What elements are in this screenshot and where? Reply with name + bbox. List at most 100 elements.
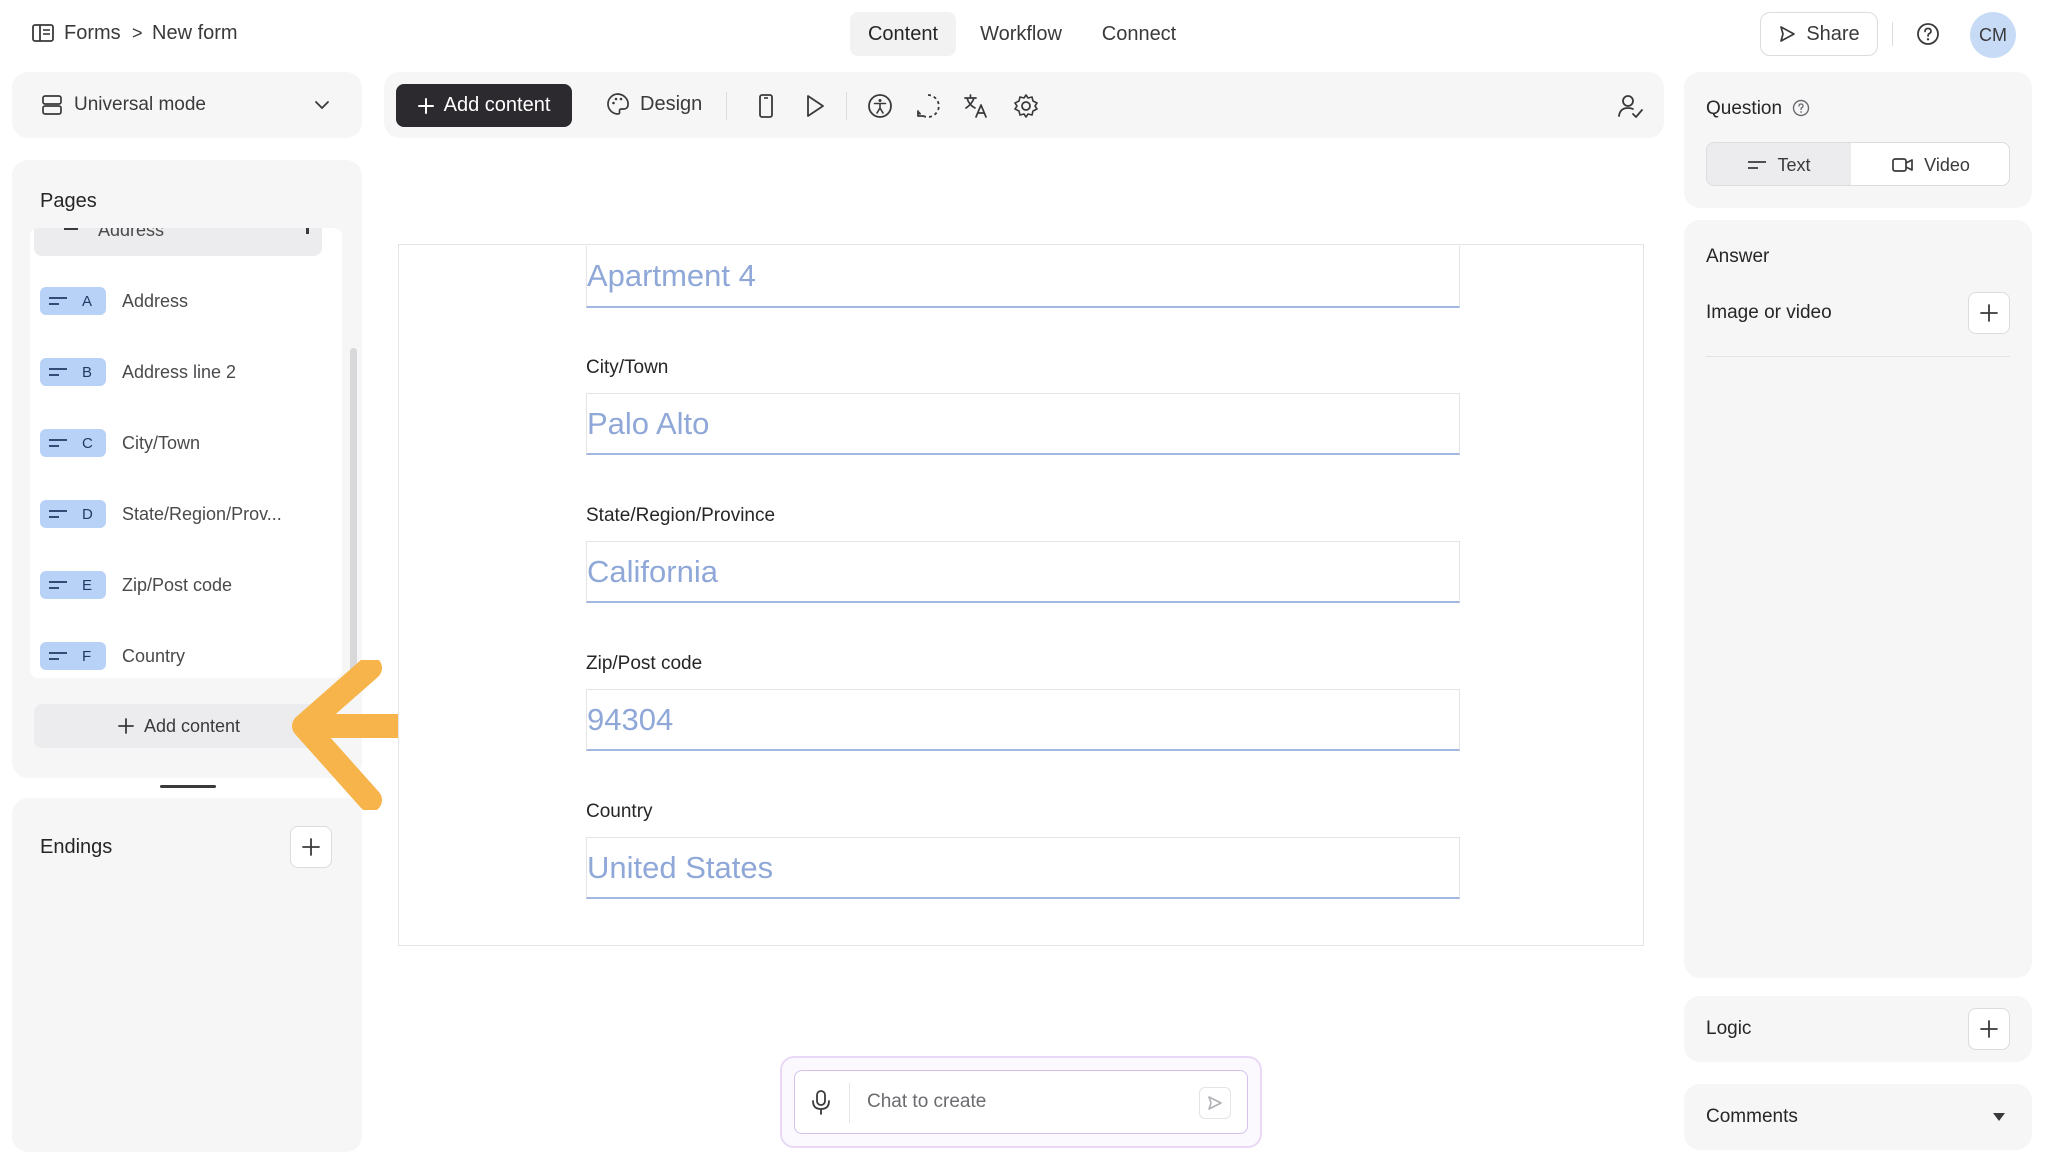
- breadcrumb-forms[interactable]: Forms: [64, 22, 121, 45]
- plus-icon: [302, 838, 320, 856]
- drag-handle-icon: [64, 228, 78, 230]
- more-icon[interactable]: [306, 228, 309, 234]
- divider: [846, 92, 847, 120]
- country-input[interactable]: United States: [586, 837, 1460, 899]
- share-label: Share: [1806, 22, 1860, 45]
- zip-post-code-label: Zip/Post code: [586, 653, 703, 674]
- page-item-c[interactable]: C City/Town: [40, 428, 200, 458]
- short-text-icon: [48, 438, 68, 448]
- short-text-icon: [48, 296, 68, 306]
- top-bar: Forms > New form Content Workflow Connec…: [0, 0, 2048, 68]
- plus-icon: [417, 97, 434, 114]
- forms-icon[interactable]: [32, 24, 54, 42]
- image-or-video-label: Image or video: [1706, 302, 1832, 323]
- mode-selector[interactable]: Universal mode: [12, 72, 362, 138]
- add-logic-button[interactable]: [1968, 1008, 2010, 1050]
- page-label: Address: [122, 290, 189, 311]
- add-image-or-video-button[interactable]: [1968, 292, 2010, 334]
- page-letter: C: [82, 434, 93, 452]
- translate-icon[interactable]: [962, 92, 990, 120]
- endings-title: Endings: [40, 836, 113, 858]
- page-badge: F: [40, 642, 106, 670]
- tab-connect[interactable]: Connect: [1086, 12, 1192, 56]
- divider: [726, 92, 727, 120]
- play-icon[interactable]: [800, 92, 828, 120]
- plus-icon: [1980, 304, 1998, 322]
- endings-panel: Endings: [12, 798, 362, 1152]
- layout-icon: [42, 95, 62, 115]
- page-item-f[interactable]: F Country: [40, 641, 185, 671]
- microphone-icon[interactable]: [811, 1089, 831, 1115]
- send-button[interactable]: [1199, 1087, 1231, 1119]
- page-letter: F: [82, 647, 92, 665]
- city-town-label: City/Town: [586, 357, 669, 378]
- question-title: Question: [1706, 98, 1783, 119]
- add-content-button[interactable]: Add content: [396, 84, 572, 127]
- help-icon[interactable]: [1916, 22, 1940, 46]
- page-letter: D: [82, 505, 93, 523]
- design-label: Design: [640, 92, 703, 115]
- city-town-input[interactable]: Palo Alto: [586, 393, 1460, 455]
- resize-handle[interactable]: [160, 785, 216, 788]
- tab-workflow[interactable]: Workflow: [968, 12, 1074, 56]
- page-item-d[interactable]: D State/Region/Prov...: [40, 499, 282, 529]
- short-text-icon: [1747, 160, 1767, 170]
- settings-gear-icon[interactable]: [1012, 92, 1040, 120]
- accessibility-icon[interactable]: [866, 92, 894, 120]
- tab-text[interactable]: Text: [1707, 143, 1851, 185]
- page-badge: E: [40, 571, 106, 599]
- chat-placeholder: Chat to create: [867, 1091, 987, 1112]
- tab-content[interactable]: Content: [850, 12, 956, 56]
- mode-label: Universal mode: [74, 94, 206, 115]
- divider: [1892, 22, 1893, 46]
- logic-panel: Logic: [1684, 996, 2032, 1062]
- user-check-icon[interactable]: [1616, 92, 1644, 120]
- info-icon[interactable]: [1792, 99, 1810, 117]
- loading-spinner-icon[interactable]: [914, 92, 942, 120]
- page-badge: D: [40, 500, 106, 528]
- page-badge: C: [40, 429, 106, 457]
- page-letter: B: [82, 363, 93, 381]
- page-item-partial[interactable]: Address: [34, 228, 322, 256]
- zip-post-code-input[interactable]: 94304: [586, 689, 1460, 751]
- divider: [1706, 356, 2010, 357]
- page-badge: B: [40, 358, 106, 386]
- tab-video-label: Video: [1924, 154, 1970, 175]
- question-panel: Question Text Video: [1684, 72, 2032, 208]
- add-content-pages-label: Add content: [143, 715, 241, 736]
- mobile-preview-icon[interactable]: [752, 92, 780, 120]
- short-text-icon: [48, 367, 68, 377]
- add-content-pages-button[interactable]: Add content: [34, 704, 324, 748]
- page-label: Zip/Post code: [122, 574, 233, 595]
- short-text-icon: [48, 651, 68, 661]
- page-item-partial-label: Address: [98, 228, 165, 240]
- page-label: Address line 2: [122, 361, 237, 382]
- page-label: State/Region/Prov...: [122, 503, 282, 524]
- breadcrumb-current[interactable]: New form: [152, 22, 238, 45]
- tab-text-label: Text: [1777, 154, 1811, 175]
- page-item-e[interactable]: E Zip/Post code: [40, 570, 232, 600]
- chat-input[interactable]: Chat to create: [794, 1070, 1248, 1134]
- question-type-toggle: Text Video: [1706, 142, 2010, 186]
- page-badge: A: [40, 287, 106, 315]
- caret-down-icon[interactable]: [1992, 1112, 2006, 1122]
- tab-video[interactable]: Video: [1851, 143, 2009, 185]
- page-label: City/Town: [122, 432, 201, 453]
- comments-panel[interactable]: Comments: [1684, 1084, 2032, 1150]
- avatar[interactable]: CM: [1970, 12, 2016, 58]
- add-ending-button[interactable]: [290, 826, 332, 868]
- logic-label: Logic: [1706, 1018, 1752, 1039]
- design-button[interactable]: Design: [606, 92, 702, 116]
- chevron-down-icon: [314, 99, 330, 111]
- answer-panel: Answer Image or video: [1684, 220, 2032, 978]
- page-item-b[interactable]: B Address line 2: [40, 357, 236, 387]
- answer-title: Answer: [1706, 246, 1770, 267]
- state-region-province-input[interactable]: California: [586, 541, 1460, 603]
- share-button[interactable]: Share: [1760, 12, 1878, 56]
- divider: [849, 1083, 850, 1123]
- scrollbar[interactable]: [350, 348, 357, 694]
- breadcrumb-separator: >: [132, 23, 143, 43]
- page-item-a[interactable]: A Address: [40, 286, 188, 316]
- page-letter: A: [82, 292, 93, 310]
- address-line-2-input[interactable]: Apartment 4: [586, 246, 1460, 308]
